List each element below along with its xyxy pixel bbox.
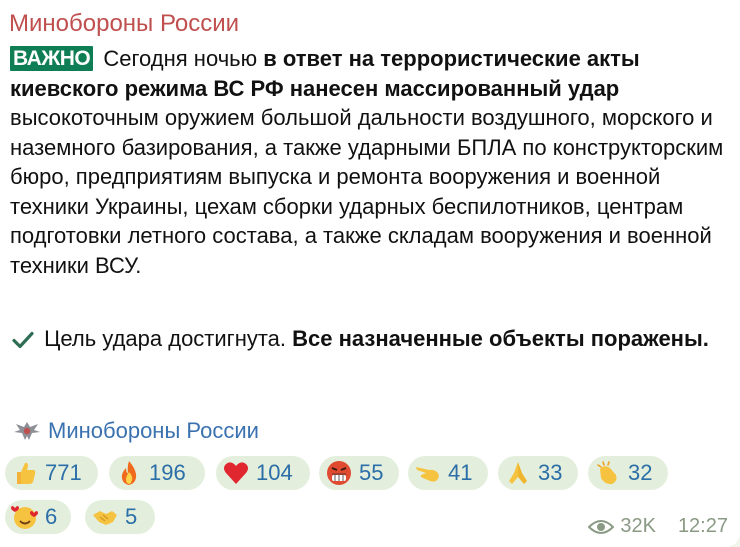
check-mark-icon (12, 327, 38, 357)
reaction-count: 6 (45, 504, 58, 529)
smiling-face-with-hearts-icon (11, 506, 38, 529)
message-meta: 32K 12:27 (588, 515, 728, 538)
reaction-count: 104 (256, 460, 293, 485)
fire-icon (121, 461, 137, 485)
reaction-count: 771 (45, 460, 82, 485)
result-text: Цель удара достигнута. (38, 326, 293, 351)
handshake-icon (93, 511, 117, 525)
message-text-part: высокоточным оружием большой дальности в… (10, 105, 724, 278)
reaction-smiling-face-with-hearts[interactable]: 6 (5, 500, 71, 534)
pointing-hand-icon (416, 467, 439, 482)
reaction-handshake[interactable]: 5 (85, 500, 155, 534)
signature-text[interactable]: Минобороны России (48, 418, 259, 444)
thumbs-up-icon (17, 462, 36, 484)
message-bubble: Минобороны России ВАЖНО Сегодня ночью в … (0, 0, 740, 547)
red-heart-icon (224, 462, 248, 484)
channel-signature-link[interactable]: Минобороны России (12, 418, 259, 444)
reaction-angry-face[interactable]: 55 (319, 456, 399, 490)
channel-name[interactable]: Минобороны России (9, 10, 239, 38)
reaction-count: 32 (628, 460, 653, 485)
reaction-thumbs-up[interactable]: 771 (5, 456, 98, 490)
result-line: Цель удара достигнута. Все назначенные о… (12, 324, 712, 357)
message-text: ВАЖНО Сегодня ночью в ответ на террорист… (10, 44, 735, 280)
reaction-red-heart[interactable]: 104 (216, 456, 310, 490)
reaction-folded-hands[interactable]: 33 (498, 456, 578, 490)
reaction-count: 196 (149, 460, 186, 485)
reaction-count: 41 (448, 460, 473, 485)
reaction-count: 5 (125, 504, 138, 529)
clapping-hands-icon (597, 461, 617, 485)
reaction-count: 33 (538, 460, 563, 485)
message-text-part: Сегодня ночью (97, 46, 264, 71)
eagle-emblem-icon (14, 422, 40, 440)
reaction-pointing-hand[interactable]: 41 (408, 456, 488, 490)
message-time: 12:27 (677, 515, 728, 537)
folded-hands-icon (509, 462, 527, 484)
views-count: 32K (620, 515, 656, 537)
eye-icon (588, 519, 615, 534)
reaction-count: 55 (359, 460, 384, 485)
reaction-fire[interactable]: 196 (109, 456, 205, 490)
angry-face-icon (327, 461, 351, 485)
important-badge: ВАЖНО (10, 46, 94, 71)
result-text-bold: Все назначенные объекты поражены. (292, 326, 709, 351)
reaction-clapping-hands[interactable]: 32 (588, 456, 668, 490)
